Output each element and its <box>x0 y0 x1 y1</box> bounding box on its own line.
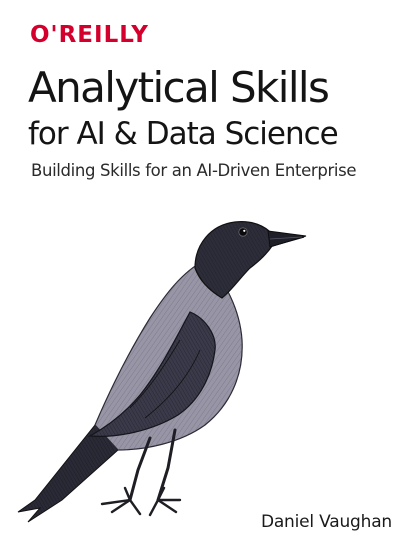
crow-eye <box>238 227 248 237</box>
book-title: Analytical Skills for AI & Data Science <box>28 62 408 154</box>
book-title-line-2: for AI & Data Science <box>28 116 339 152</box>
crow-illustration <box>17 221 307 523</box>
book-cover: O'REILLY Analytical Skills for AI & Data… <box>0 0 420 553</box>
book-title-line-1: Analytical Skills <box>28 63 330 112</box>
book-subtitle: Building Skills for an AI-Driven Enterpr… <box>31 161 357 180</box>
crow-feet <box>100 486 182 517</box>
book-author: Daniel Vaughan <box>260 512 392 532</box>
publisher-logo: O'REILLY <box>30 22 149 48</box>
